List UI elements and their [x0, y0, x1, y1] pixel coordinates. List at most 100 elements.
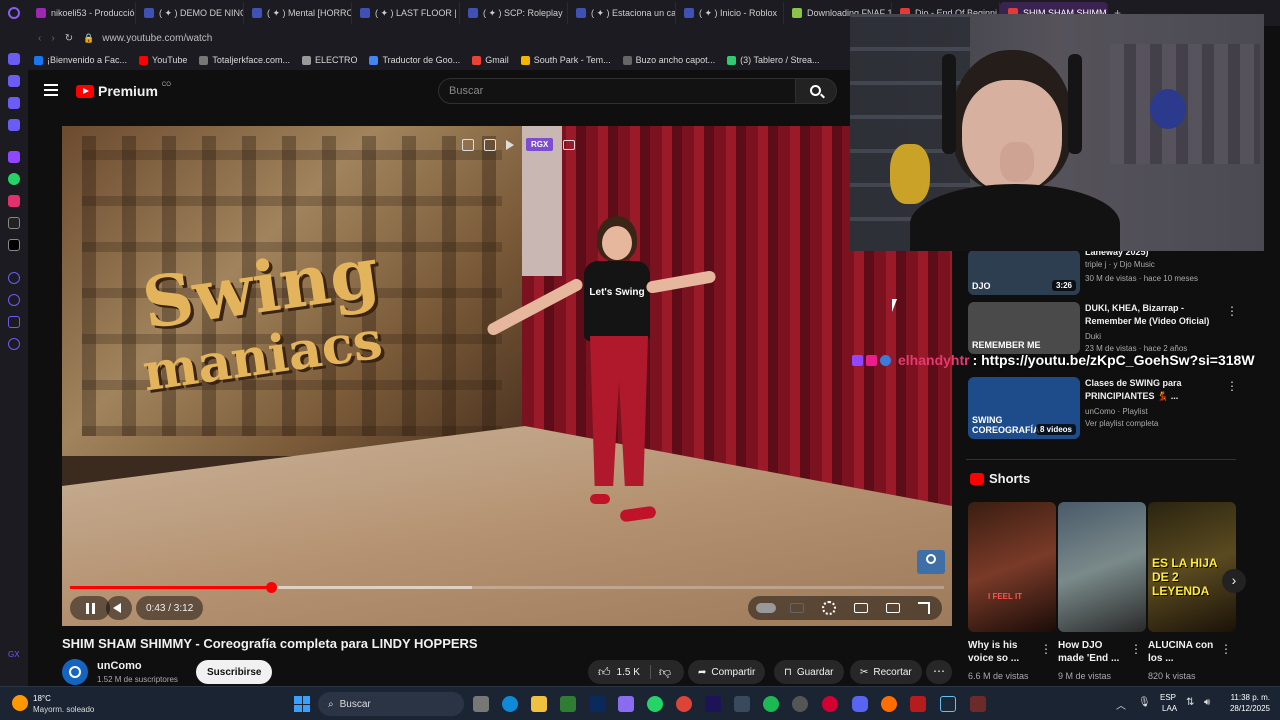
rgx-badge[interactable]: RGX — [526, 138, 554, 151]
subtitles-icon[interactable] — [790, 603, 804, 613]
channel-avatar[interactable] — [62, 659, 88, 685]
recommendation-thumbnail[interactable]: SWING COREOGRAFÍA 8 videos — [968, 377, 1080, 439]
browser-tab[interactable]: nikoeli53 - Producció — [28, 2, 136, 24]
app-icon[interactable] — [881, 696, 897, 712]
chrome-icon[interactable] — [676, 696, 692, 712]
file-explorer-icon[interactable] — [531, 696, 547, 712]
exit-icon[interactable] — [484, 138, 496, 151]
minecraft-icon[interactable] — [560, 696, 576, 712]
edge-icon[interactable] — [502, 696, 518, 712]
obs-icon[interactable] — [792, 696, 808, 712]
app-icon[interactable] — [970, 696, 986, 712]
browser-tab[interactable]: ( ✦ ) SCP: Roleplay — [460, 2, 568, 24]
instagram-icon[interactable] — [8, 195, 20, 207]
bookmark-item[interactable]: South Park - Tem... — [520, 55, 611, 65]
bookmark-item[interactable]: Traductor de Goo... — [369, 55, 460, 65]
bookmark-item[interactable]: (3) Tablero / Strea... — [727, 55, 820, 65]
recommendation-channel[interactable]: unComo · Playlist — [1085, 407, 1148, 416]
forward-icon[interactable]: › — [51, 33, 54, 44]
fullscreen-icon[interactable] — [918, 602, 930, 614]
app-icon[interactable] — [618, 696, 634, 712]
language-layout[interactable]: LAA — [1162, 704, 1177, 713]
discord-icon[interactable] — [852, 696, 868, 712]
clock-time[interactable]: 11:38 p. m. — [1222, 693, 1270, 702]
twitch-icon[interactable] — [8, 151, 20, 163]
weather-icon[interactable] — [12, 695, 28, 711]
shorts-next-button[interactable]: › — [1222, 569, 1246, 593]
channel-watermark[interactable] — [917, 550, 945, 574]
short-thumbnail[interactable]: ES LA HIJA DE 2 LEYENDA — [1148, 502, 1236, 632]
more-options-icon[interactable]: ⋮ — [1226, 379, 1238, 393]
sidebar-app-icon[interactable] — [8, 97, 20, 109]
sidebar-app-icon[interactable] — [8, 75, 20, 87]
browser-tab[interactable]: ( ✦ ) Estaciona un ca — [568, 2, 676, 24]
volume-button[interactable] — [106, 596, 132, 620]
spotify-icon[interactable] — [763, 696, 779, 712]
subscribe-button[interactable]: Suscribirse — [196, 660, 273, 684]
history-icon[interactable] — [8, 294, 20, 306]
bookmark-item[interactable]: Gmail — [472, 55, 509, 65]
save-button[interactable]: ⊓ Guardar — [774, 660, 844, 684]
search-button[interactable] — [795, 78, 837, 104]
premiere-icon[interactable] — [705, 696, 721, 712]
short-thumbnail[interactable] — [1058, 502, 1146, 632]
browser-tab[interactable]: ( ✦ ) Mental [HORRO — [244, 2, 352, 24]
like-icon[interactable]: 👍︎ — [598, 665, 611, 680]
autoplay-toggle[interactable] — [756, 603, 776, 613]
taskbar-search[interactable]: ⌕ Buscar — [318, 692, 464, 716]
browser-tab[interactable]: ( ✦ ) DEMO DE NINO — [136, 2, 244, 24]
bookmark-item[interactable]: ¡Bienvenido a Fac... — [34, 55, 127, 65]
settings-gear-icon[interactable] — [822, 601, 836, 615]
menu-icon[interactable] — [44, 84, 58, 96]
more-actions-button[interactable]: ⋯ — [926, 660, 952, 684]
more-options-icon[interactable]: ⋮ — [1040, 642, 1052, 656]
store-icon[interactable] — [734, 696, 750, 712]
more-options-icon[interactable]: ⋮ — [1130, 642, 1142, 656]
cast-icon[interactable] — [886, 603, 900, 613]
whatsapp-icon[interactable] — [647, 696, 663, 712]
bookmark-item[interactable]: YouTube — [139, 55, 187, 65]
dislike-icon[interactable]: 👎︎ — [659, 665, 671, 680]
share-button[interactable]: ➦ Compartir — [688, 660, 766, 684]
short-title[interactable]: ALUCINA con los ... — [1148, 639, 1218, 665]
video-player[interactable]: Swing maniacs Let's Swing RGX 0:43 / 3:1… — [62, 126, 952, 626]
sidebar-app-icon[interactable] — [8, 272, 20, 284]
browser-tab[interactable]: ( ✦ ) Inicio - Roblox — [676, 2, 784, 24]
recommendation-title[interactable]: Clases de SWING para PRINCIPIANTES 💃 ... — [1085, 377, 1221, 403]
sidebar-app-icon[interactable] — [8, 53, 20, 65]
recommendation-channel[interactable]: Duki — [1085, 332, 1101, 341]
search-input[interactable]: Buscar — [438, 78, 796, 104]
more-options-icon[interactable]: ⋮ — [1220, 642, 1232, 656]
popout-icon[interactable] — [462, 138, 474, 151]
weather-desc[interactable]: Mayorm. soleado — [33, 705, 94, 714]
short-title[interactable]: Why is his voice so ... — [968, 639, 1038, 665]
recommendation-channel[interactable]: triple j · y Djo Music — [1085, 260, 1155, 269]
short-thumbnail[interactable]: I FEEL IT — [968, 502, 1056, 632]
like-count[interactable]: 1.5 K — [617, 667, 640, 678]
weather-temp[interactable]: 18°C — [33, 694, 51, 703]
miniplayer-icon[interactable] — [854, 603, 868, 613]
app-icon[interactable] — [910, 696, 926, 712]
channel-name[interactable]: unComo — [97, 660, 142, 672]
browser-logo-icon[interactable] — [0, 0, 28, 26]
clock-date[interactable]: 28/12/2025 — [1222, 704, 1270, 713]
recommendation-thumbnail[interactable]: REMEMBER ME — [968, 302, 1080, 354]
language-label[interactable]: ESP — [1160, 693, 1176, 702]
camera-icon[interactable] — [563, 139, 576, 150]
recommendation-stats[interactable]: Ver playlist completa — [1085, 419, 1158, 428]
progress-bar[interactable] — [70, 582, 944, 593]
windows-start-icon[interactable] — [294, 696, 310, 712]
reload-icon[interactable]: ↻ — [65, 33, 73, 44]
task-view-icon[interactable] — [473, 696, 489, 712]
steam-icon[interactable] — [940, 696, 956, 712]
back-icon[interactable]: ‹ — [38, 33, 41, 44]
recommendation-thumbnail[interactable]: DJO 3:26 — [968, 250, 1080, 295]
clip-button[interactable]: ✂ Recortar — [850, 660, 922, 684]
x-icon[interactable] — [8, 239, 20, 251]
tray-chevron-icon[interactable]: ︿ — [1116, 697, 1126, 712]
volume-tray-icon[interactable]: 🔊︎ — [1204, 697, 1210, 708]
sidebar-app-icon[interactable] — [8, 119, 20, 131]
whatsapp-icon[interactable] — [8, 173, 20, 185]
url-text[interactable]: www.youtube.com/watch — [102, 33, 212, 44]
network-icon[interactable]: ⇅ — [1186, 697, 1194, 708]
